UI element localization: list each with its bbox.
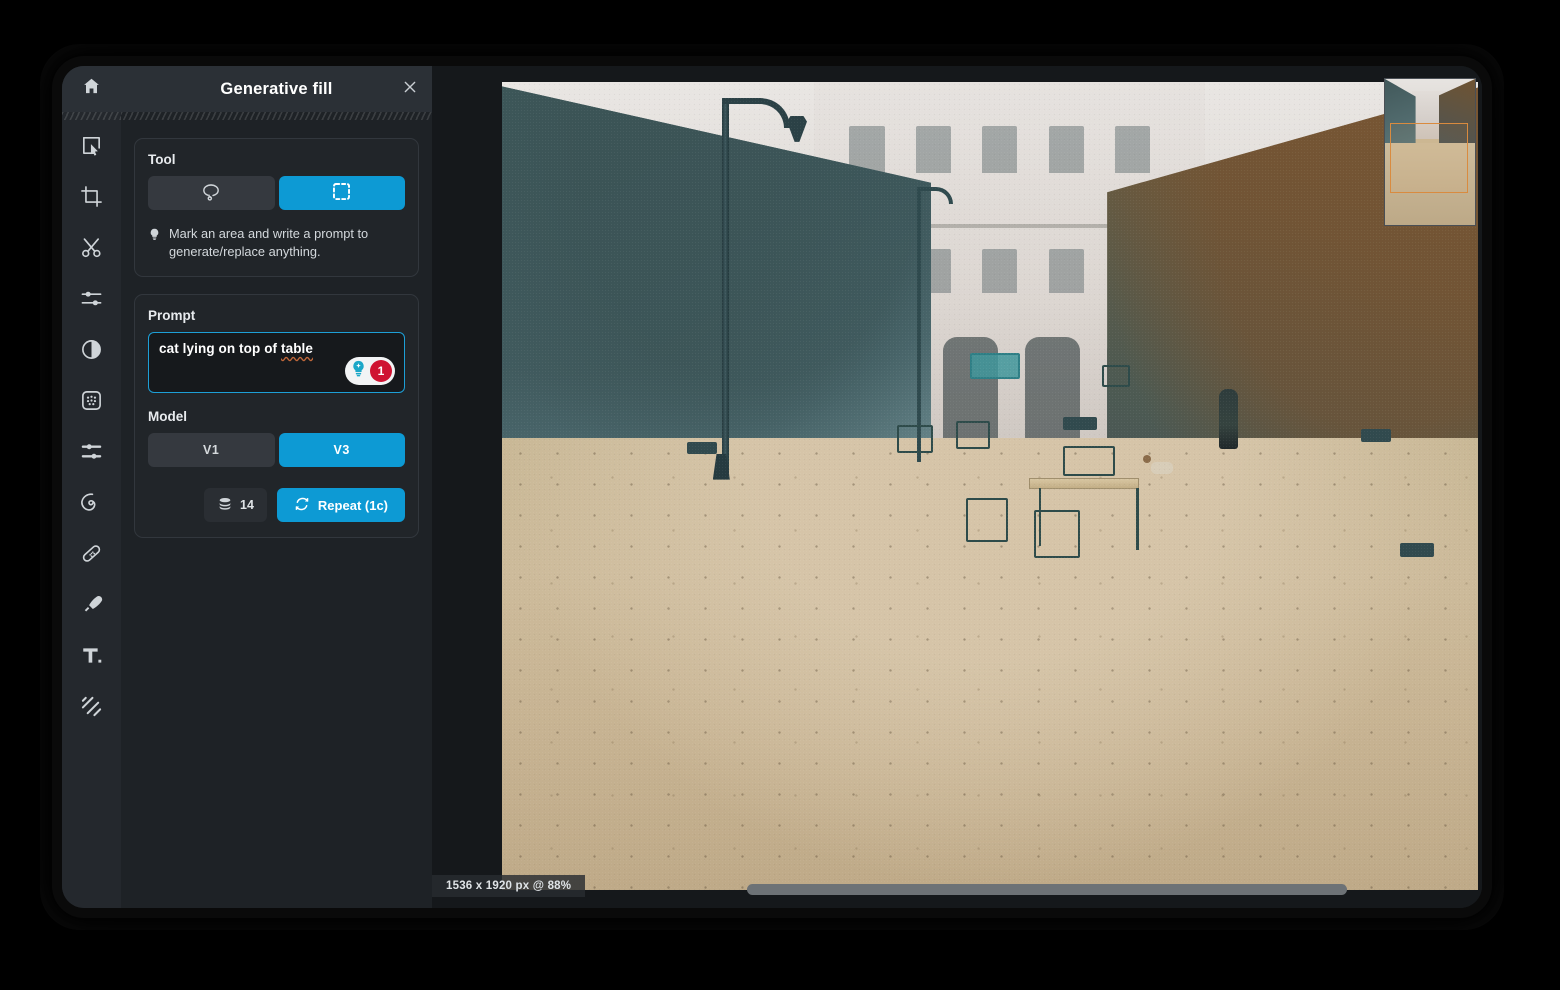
model-option-v1[interactable]: V1	[148, 433, 275, 468]
model-option-v3[interactable]: V3	[278, 433, 405, 468]
window	[1048, 125, 1084, 173]
close-button[interactable]	[397, 77, 422, 102]
table-leg	[1136, 487, 1139, 550]
sidebar-item-liquify[interactable]	[62, 477, 121, 528]
lightbulb-icon	[148, 226, 161, 261]
refresh-icon	[294, 496, 310, 515]
sidebar-item-denoise[interactable]	[62, 375, 121, 426]
bench	[1063, 417, 1098, 431]
lightbulb-icon	[349, 359, 368, 383]
generative-fill-panel: Generative fill Tool Mark an area and wr…	[121, 66, 432, 908]
badge-count: 1	[370, 360, 392, 383]
minimap-viewport-rect[interactable]	[1390, 122, 1468, 193]
tool-option-lasso[interactable]	[148, 176, 275, 210]
cafe-chair	[1063, 445, 1116, 476]
canvas-area[interactable]: 1536 x 1920 px @ 88%	[432, 66, 1482, 908]
window	[1048, 249, 1084, 293]
prompt-section-label: Prompt	[148, 308, 196, 324]
healing-icon	[80, 542, 103, 565]
photo-content	[502, 82, 1478, 890]
image-canvas[interactable]	[502, 82, 1478, 890]
credits-chip[interactable]: 14	[204, 488, 267, 523]
close-icon	[402, 79, 418, 100]
bench	[1360, 429, 1391, 443]
repeat-button-label: Repeat (1c)	[317, 497, 388, 513]
bench	[1399, 542, 1434, 557]
sidebar-item-home[interactable]	[62, 66, 121, 112]
crop-icon	[80, 185, 103, 208]
grain-icon	[80, 389, 103, 412]
cafe-chair	[965, 498, 1008, 543]
sidebar-item-select[interactable]	[62, 120, 121, 171]
scissors-icon	[80, 236, 103, 259]
prompt-text-misspelled: table	[281, 341, 314, 357]
cafe-chair	[1033, 510, 1080, 559]
window	[982, 249, 1018, 293]
lamppost	[721, 98, 729, 478]
tool-option-marquee[interactable]	[278, 176, 405, 210]
prompt-text: cat lying on top of table	[159, 341, 394, 356]
action-row: 14 Repeat (1c)	[148, 488, 405, 523]
spiral-icon	[80, 491, 103, 514]
marquee-icon	[331, 181, 352, 205]
dog	[1151, 461, 1174, 474]
select-icon	[80, 134, 103, 157]
lasso-icon	[201, 182, 221, 205]
navigator-minimap[interactable]	[1384, 78, 1476, 226]
contrast-icon	[80, 338, 103, 361]
sidebar-item-curves[interactable]	[62, 426, 121, 477]
sidebar-item-cutout[interactable]	[62, 222, 121, 273]
coins-stack-icon	[217, 496, 233, 515]
panel-divider	[121, 112, 432, 120]
sidebar-item-texture[interactable]	[62, 681, 121, 732]
sidebar-item-brush[interactable]	[62, 579, 121, 630]
levels-icon	[80, 440, 103, 463]
prompt-card: Prompt cat lying on top of table 1 Model…	[134, 294, 419, 539]
lamppost-far	[916, 187, 921, 462]
status-bar: 1536 x 1920 px @ 88%	[432, 875, 586, 897]
tool-section-label: Tool	[148, 152, 176, 167]
brush-icon	[80, 593, 103, 616]
window	[1114, 125, 1151, 173]
tool-hint-text: Mark an area and write a prompt to gener…	[169, 226, 369, 260]
sidebar-item-retouch[interactable]	[62, 528, 121, 579]
cafe-table	[1029, 477, 1140, 489]
panel-header: Generative fill	[121, 66, 432, 112]
cafe-chair	[955, 421, 990, 450]
text-icon	[80, 644, 103, 667]
horizontal-scrollbar[interactable]	[747, 884, 1347, 895]
person-walking	[1219, 389, 1239, 450]
window	[915, 125, 951, 173]
app-window: Generative fill Tool Mark an area and wr…	[62, 66, 1482, 908]
image-size-status: 1536 x 1920 px @ 88%	[446, 880, 572, 892]
texture-icon	[80, 695, 103, 718]
canvas-bottom-strip	[432, 897, 1482, 908]
sidebar-item-adjust[interactable]	[62, 273, 121, 324]
page-title: Generative fill	[220, 79, 333, 98]
teal-barrier	[970, 352, 1021, 379]
tool-rail	[62, 66, 121, 908]
cafe-chair	[897, 425, 934, 454]
sidebar-item-crop[interactable]	[62, 171, 121, 222]
tool-card: Tool Mark an area and write a prompt to …	[134, 138, 419, 278]
rail-divider	[62, 112, 121, 120]
tool-segmented-control	[148, 176, 405, 210]
bench	[687, 441, 718, 454]
prompt-suggestion-badge[interactable]: 1	[345, 357, 395, 386]
window	[982, 125, 1018, 173]
prompt-input[interactable]: cat lying on top of table 1	[148, 332, 405, 394]
model-section-label: Model	[148, 409, 187, 425]
repeat-button[interactable]: Repeat (1c)	[276, 488, 405, 523]
sidebar-item-contrast[interactable]	[62, 324, 121, 375]
tool-hint: Mark an area and write a prompt to gener…	[148, 225, 405, 261]
cafe-chair	[1102, 364, 1131, 387]
prompt-text-head: cat lying on top of	[159, 341, 281, 357]
home-icon	[81, 76, 102, 102]
panel-body: Tool Mark an area and write a prompt to …	[121, 120, 432, 539]
sidebar-item-text[interactable]	[62, 630, 121, 681]
sliders-icon	[80, 287, 103, 310]
credits-count: 14	[240, 498, 254, 513]
model-segmented-control: V1 V3	[148, 433, 405, 468]
